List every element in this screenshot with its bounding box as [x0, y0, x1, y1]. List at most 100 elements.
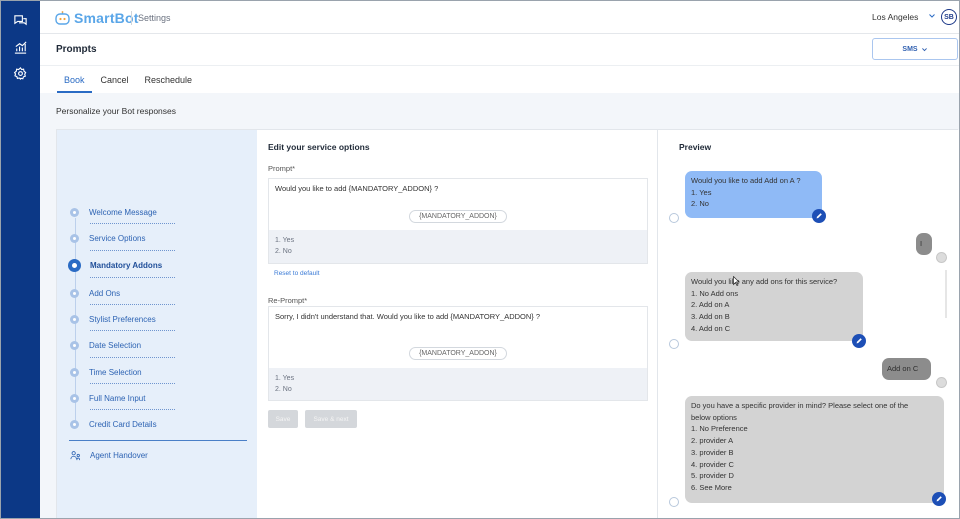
flow-steps: Welcome Message Service Options Mandator… [57, 130, 257, 518]
divider [131, 11, 132, 25]
page-subtitle: Personalize your Bot responses [56, 106, 177, 116]
chat-icon[interactable] [13, 13, 28, 28]
prompt-label: Prompt* [268, 164, 296, 173]
message-line: Would you like any add ons for this serv… [691, 277, 838, 286]
editor-title: Edit your service options [268, 142, 370, 152]
brand-logo[interactable]: SmartBot [54, 9, 139, 27]
edit-pencil-icon[interactable] [812, 209, 826, 223]
step-divider [90, 357, 175, 358]
step-dot [70, 314, 79, 324]
reprompt-text[interactable]: Sorry, I didn't understand that. Would y… [275, 312, 540, 321]
save-next-button[interactable]: Save & next [305, 410, 357, 428]
step-label: Welcome Message [89, 207, 157, 217]
step-divider [90, 223, 175, 224]
reprompt-options: 1. Yes 2. No [269, 368, 647, 400]
message-line: 5. provider D [691, 471, 734, 481]
tab-cancel[interactable]: Cancel [94, 67, 136, 93]
steps-separator [69, 440, 247, 441]
prompt-field[interactable]: Would you like to add {MANDATORY_ADDON} … [268, 178, 648, 264]
timezone-label[interactable]: Los Angeles [872, 12, 918, 22]
step-divider [90, 330, 175, 331]
step-credit-card-details[interactable]: Credit Card Details [70, 417, 157, 431]
content-area: Personalize your Bot responses Welcome M… [40, 93, 959, 518]
top-bar: SmartBot Settings Los Angeles SB [40, 1, 959, 34]
tab-reschedule[interactable]: Reschedule [138, 67, 200, 93]
preview-scrollbar[interactable] [945, 270, 947, 318]
save-button[interactable]: Save [268, 410, 298, 428]
brand-name: SmartBot [74, 10, 139, 26]
channel-select[interactable]: SMS [872, 38, 958, 60]
step-label: Time Selection [89, 367, 142, 377]
step-label: Credit Card Details [89, 419, 157, 429]
bot-avatar [669, 339, 679, 349]
prompt-options: 1. Yes 2. No [269, 230, 647, 263]
chat-preview: Preview Would you like to add Add on A ?… [658, 130, 959, 518]
message-line: 4. provider C [691, 459, 734, 469]
message-line: below options [691, 412, 737, 422]
settings-gear-icon[interactable] [13, 66, 28, 81]
reprompt-label: Re-Prompt* [268, 296, 308, 305]
reprompt-field[interactable]: Sorry, I didn't understand that. Would y… [268, 306, 648, 401]
prompt-text[interactable]: Would you like to add {MANDATORY_ADDON} … [275, 184, 438, 193]
agent-handover-icon [70, 451, 81, 461]
variable-chip[interactable]: {MANDATORY_ADDON} [409, 347, 507, 360]
message-line: 4. Add on C [691, 323, 731, 333]
step-dot [70, 340, 79, 350]
step-dot [70, 419, 79, 429]
step-add-ons[interactable]: Add Ons [70, 286, 120, 300]
step-divider [90, 304, 175, 305]
chevron-down-icon [921, 47, 927, 51]
message-line: 2. provider A [691, 436, 734, 446]
analytics-icon[interactable] [13, 40, 28, 55]
step-dot [70, 233, 79, 243]
message-line: 1. No Preference [691, 424, 748, 434]
bot-message: Do you have a specific provider in mind?… [685, 396, 944, 503]
edit-pencil-icon[interactable] [852, 334, 866, 348]
breadcrumb-settings[interactable]: Settings [138, 13, 171, 23]
bot-avatar [669, 497, 679, 507]
option-item: 2. No [275, 248, 292, 255]
preview-title: Preview [679, 142, 712, 152]
option-item: 2. No [275, 386, 292, 393]
variable-chip[interactable]: {MANDATORY_ADDON} [409, 210, 507, 223]
step-mandatory-addons[interactable]: Mandatory Addons [68, 258, 162, 272]
message-line: 3. Add on B [691, 312, 730, 322]
agent-handover[interactable]: Agent Handover [70, 450, 148, 461]
chevron-down-icon[interactable] [927, 11, 937, 21]
step-label: Stylist Preferences [89, 314, 156, 324]
page-header: Prompts SMS [40, 34, 959, 66]
message-line: Add on C [887, 364, 919, 373]
step-welcome-message[interactable]: Welcome Message [70, 205, 157, 219]
user-avatar-icon [936, 252, 947, 263]
message-line: 1. No Add ons [691, 288, 739, 298]
message-line: Would you like to add Add on A ? [691, 176, 801, 185]
step-stylist-preferences[interactable]: Stylist Preferences [70, 312, 156, 326]
step-divider [90, 409, 175, 410]
step-full-name-input[interactable]: Full Name Input [70, 391, 145, 405]
step-time-selection[interactable]: Time Selection [70, 365, 142, 379]
user-message: Add on C [882, 358, 931, 380]
step-label: Full Name Input [89, 393, 146, 403]
prompt-editor: Edit your service options Prompt* Would … [258, 130, 658, 518]
robot-icon [55, 11, 70, 25]
left-nav-rail [1, 1, 40, 518]
step-service-options[interactable]: Service Options [70, 231, 145, 245]
mouse-cursor-icon [733, 276, 740, 286]
message-line: Do you have a specific provider in mind?… [691, 401, 909, 410]
bot-avatar [669, 213, 679, 223]
step-label: Date Selection [89, 340, 142, 350]
step-dot [70, 393, 79, 403]
step-label: Add Ons [89, 288, 121, 298]
reset-to-default-link[interactable]: Reset to default [274, 270, 320, 277]
step-label: Service Options [89, 233, 146, 243]
option-item: 1. Yes [275, 237, 295, 244]
edit-pencil-icon[interactable] [932, 492, 946, 506]
message-line: 2. Add on A [691, 300, 730, 310]
message-line: 3. provider B [691, 447, 734, 457]
step-date-selection[interactable]: Date Selection [70, 338, 141, 352]
user-avatar[interactable]: SB [941, 9, 957, 25]
tab-book[interactable]: Book [57, 67, 92, 93]
prompt-panel: Welcome Message Service Options Mandator… [56, 129, 959, 518]
user-avatar-icon [936, 377, 947, 388]
user-message: I [916, 233, 932, 255]
